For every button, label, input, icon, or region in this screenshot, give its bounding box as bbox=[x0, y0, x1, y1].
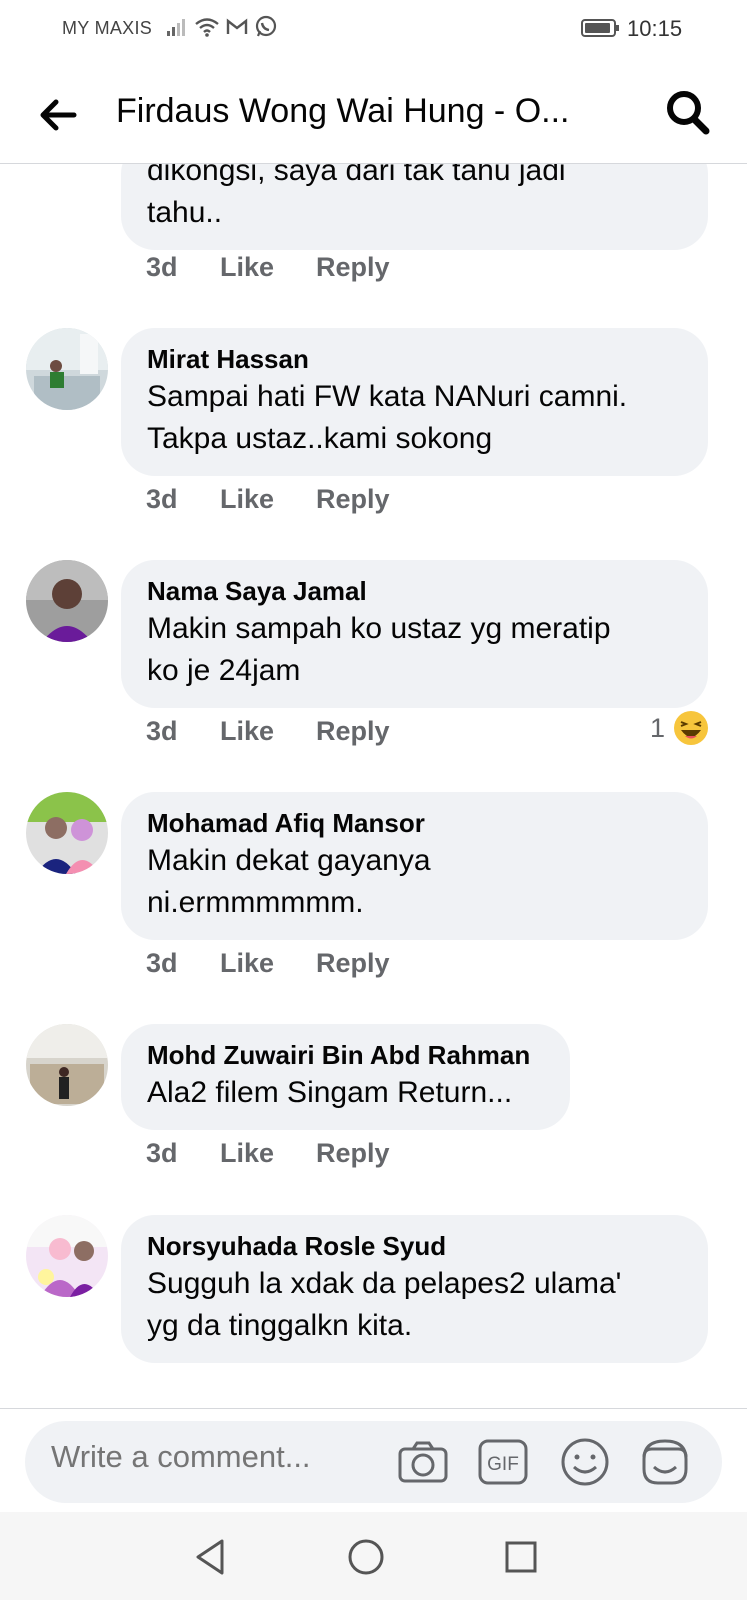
reaction-summary[interactable]: 1 bbox=[650, 710, 709, 746]
comment-actions: 3d Like Reply bbox=[146, 484, 390, 515]
comment-text-line: ko je 24jam bbox=[147, 654, 301, 687]
search-icon bbox=[667, 91, 710, 135]
avatar[interactable] bbox=[26, 560, 108, 642]
reply-button[interactable]: Reply bbox=[316, 252, 390, 283]
comment-actions: 3d Like Reply bbox=[146, 252, 390, 283]
avatar[interactable] bbox=[26, 328, 108, 410]
gif-icon[interactable]: GIF bbox=[476, 1435, 530, 1489]
comment-bubble[interactable]: dikongsi, saya dari tak tahu jadi tahu.. bbox=[121, 164, 708, 250]
comment-time: 3d bbox=[146, 1138, 178, 1168]
comment-bubble[interactable]: Mohamad Afiq Mansor Makin dekat gayanya … bbox=[121, 792, 708, 940]
comment-text-line: dikongsi, saya dari tak tahu jadi bbox=[147, 164, 566, 187]
comment-author[interactable]: Nama Saya Jamal bbox=[147, 574, 682, 608]
comment-actions: 3d Like Reply bbox=[146, 716, 390, 747]
comment-time: 3d bbox=[146, 484, 178, 514]
comment-time: 3d bbox=[146, 252, 178, 282]
camera-icon[interactable] bbox=[396, 1435, 450, 1489]
reply-button[interactable]: Reply bbox=[316, 948, 390, 979]
avatar[interactable] bbox=[26, 1215, 108, 1297]
like-button[interactable]: Like bbox=[220, 948, 316, 979]
emoji-icon[interactable] bbox=[558, 1435, 612, 1489]
comment-text-line: yg da tinggalkn kita. bbox=[147, 1309, 413, 1342]
comment-author[interactable]: Norsyuhada Rosle Syud bbox=[147, 1229, 682, 1263]
comment-actions: 3d Like Reply bbox=[146, 1138, 390, 1169]
reaction-count: 1 bbox=[649, 712, 665, 743]
whatsapp-icon bbox=[254, 15, 278, 39]
comment-actions: 3d Like Reply bbox=[146, 948, 390, 979]
back-arrow-icon bbox=[40, 99, 77, 131]
comment-author[interactable]: Mohamad Afiq Mansor bbox=[147, 806, 682, 840]
wifi-icon bbox=[194, 16, 220, 38]
signal-icon bbox=[166, 17, 188, 37]
svg-text:GIF: GIF bbox=[487, 1454, 519, 1475]
gmail-icon bbox=[226, 18, 248, 36]
comments-list: dikongsi, saya dari tak tahu jadi tahu..… bbox=[0, 164, 747, 1407]
sticker-icon[interactable] bbox=[638, 1435, 692, 1489]
status-icons bbox=[166, 15, 278, 39]
comment-text-line: ni.ermmmmmm. bbox=[147, 886, 364, 919]
comment-time: 3d bbox=[146, 716, 178, 746]
avatar[interactable] bbox=[26, 1024, 108, 1106]
comment-composer: GIF bbox=[0, 1408, 747, 1512]
battery-icon bbox=[581, 18, 621, 43]
reply-button[interactable]: Reply bbox=[316, 484, 390, 515]
comment-text-line: Sampai hati FW kata NANuri camni. bbox=[147, 380, 628, 413]
comment-text-line: tahu.. bbox=[147, 196, 223, 229]
comment-bubble[interactable]: Nama Saya Jamal Makin sampah ko ustaz yg… bbox=[121, 560, 708, 708]
comment-text-line: Sugguh la xdak da pelapes2 ulama' bbox=[147, 1267, 622, 1300]
clock: 10:15 bbox=[627, 16, 683, 41]
comment-author[interactable]: Mohd Zuwairi Bin Abd Rahman bbox=[147, 1038, 544, 1072]
carrier-label: MY MAXIS bbox=[62, 18, 153, 38]
comment-text-line: Takpa ustaz..kami sokong bbox=[147, 422, 493, 455]
system-nav-bar bbox=[0, 1512, 747, 1600]
search-button[interactable] bbox=[664, 88, 712, 138]
home-circle-icon[interactable] bbox=[341, 1532, 391, 1582]
comment-text-line: Makin sampah ko ustaz yg meratip bbox=[147, 612, 611, 645]
back-button[interactable] bbox=[36, 94, 78, 136]
comment-input[interactable] bbox=[51, 1439, 381, 1475]
comment-text-line: Ala2 filem Singam Return... bbox=[147, 1076, 513, 1109]
avatar[interactable] bbox=[26, 792, 108, 874]
laughing-emoji-icon bbox=[674, 711, 708, 745]
recents-square-icon[interactable] bbox=[496, 1532, 546, 1582]
comment-input-box[interactable]: GIF bbox=[25, 1421, 722, 1503]
comment-text-line: Makin dekat gayanya bbox=[147, 844, 431, 877]
like-button[interactable]: Like bbox=[220, 716, 316, 747]
like-button[interactable]: Like bbox=[220, 1138, 316, 1169]
comment-bubble[interactable]: Norsyuhada Rosle Syud Sugguh la xdak da … bbox=[121, 1215, 708, 1363]
reply-button[interactable]: Reply bbox=[316, 716, 390, 747]
reply-button[interactable]: Reply bbox=[316, 1138, 390, 1169]
page-title: Firdaus Wong Wai Hung - O... bbox=[116, 92, 570, 130]
like-button[interactable]: Like bbox=[220, 484, 316, 515]
comment-time: 3d bbox=[146, 948, 178, 978]
comment-bubble[interactable]: Mohd Zuwairi Bin Abd Rahman Ala2 filem S… bbox=[121, 1024, 570, 1130]
comment-bubble[interactable]: Mirat Hassan Sampai hati FW kata NANuri … bbox=[121, 328, 708, 476]
top-header: Firdaus Wong Wai Hung - O... bbox=[0, 64, 747, 164]
back-triangle-icon[interactable] bbox=[186, 1532, 236, 1582]
like-button[interactable]: Like bbox=[220, 252, 316, 283]
status-bar: MY MAXIS 10:15 bbox=[0, 0, 747, 56]
comment-author[interactable]: Mirat Hassan bbox=[147, 342, 682, 376]
